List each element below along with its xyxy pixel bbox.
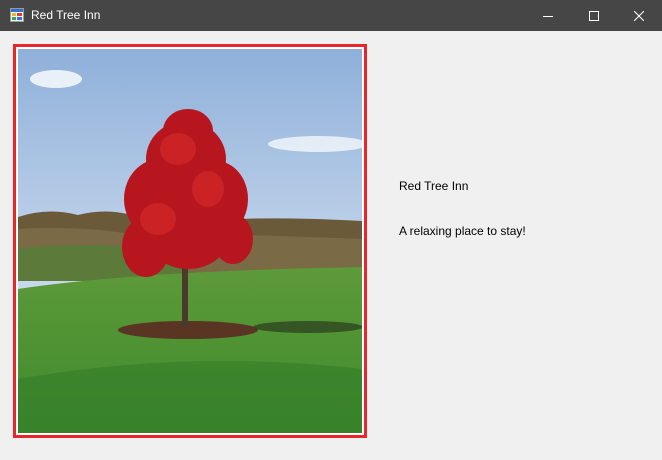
tagline-label: A relaxing place to stay! — [399, 224, 526, 238]
inn-name-label: Red Tree Inn — [399, 179, 469, 193]
minimize-button[interactable] — [525, 0, 571, 31]
title-bar[interactable]: Red Tree Inn — [0, 0, 662, 31]
app-form-icon[interactable] — [10, 8, 24, 22]
window-title: Red Tree Inn — [31, 8, 101, 22]
picture-box[interactable] — [13, 44, 367, 438]
minimize-icon — [543, 15, 553, 17]
maximize-icon — [589, 10, 599, 21]
red-tree-photo — [18, 49, 362, 433]
maximize-button[interactable] — [571, 0, 617, 31]
close-button[interactable] — [616, 0, 662, 31]
close-icon — [634, 10, 644, 21]
